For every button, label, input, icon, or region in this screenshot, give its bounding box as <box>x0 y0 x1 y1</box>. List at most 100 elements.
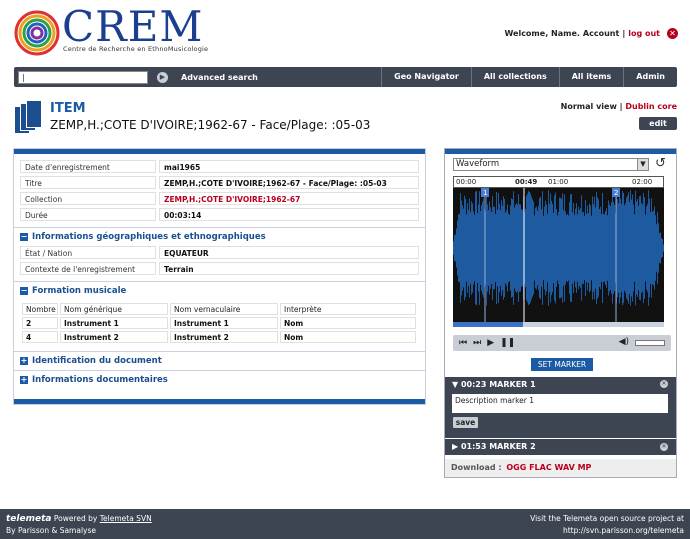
nav-all-collections[interactable]: All collections <box>470 67 559 87</box>
nav-geo-navigator[interactable]: Geo Navigator <box>381 67 471 87</box>
set-marker-button[interactable]: SET MARKER <box>531 358 593 371</box>
dublin-core-link[interactable]: Dublin core <box>625 102 677 111</box>
marker-header[interactable]: ▶ 01:53 MARKER 2 <box>452 442 536 451</box>
waveform-sample <box>503 196 504 300</box>
waveform-sample <box>504 199 505 297</box>
expand-icon[interactable]: + <box>20 376 28 384</box>
waveform-sample <box>572 212 573 284</box>
column-header: Nom vernaculaire <box>170 303 278 315</box>
section-formation-toggle[interactable]: − Formation musicale <box>14 281 425 300</box>
delete-marker-icon[interactable]: ✕ <box>660 443 668 451</box>
waveform-sample <box>508 213 509 283</box>
waveform-sample <box>515 204 516 292</box>
waveform-sample <box>514 207 515 289</box>
waveform-sample <box>659 233 660 263</box>
scrubber-fill <box>453 322 523 327</box>
waveform-view[interactable]: 00:00 00:49 01:00 02:00 1 2 <box>453 176 664 322</box>
waveform-sample <box>499 203 500 293</box>
marker-description-input[interactable]: Description marker 1 <box>452 394 668 413</box>
account-link[interactable]: Account <box>583 29 619 38</box>
download-formats-link[interactable]: OGG FLAC WAV MP <box>506 463 591 472</box>
waveform-sample <box>607 215 608 281</box>
waveform-sample <box>474 214 475 282</box>
waveform-sample <box>465 198 466 298</box>
waveform-sample <box>507 204 508 292</box>
brand-name[interactable]: CREM <box>62 6 203 48</box>
waveform-sample <box>537 210 538 286</box>
waveform-sample <box>661 237 662 259</box>
waveform-sample <box>475 191 476 305</box>
waveform-sample <box>565 211 566 285</box>
waveform-sample <box>574 214 575 282</box>
normal-view-link[interactable]: Normal view <box>561 102 617 111</box>
waveform-sample <box>657 211 658 285</box>
waveform-sample <box>663 244 664 252</box>
waveform-sample <box>455 234 456 262</box>
waveform-sample <box>630 190 631 306</box>
waveform-sample <box>645 214 646 282</box>
marker-flag-label: 1 <box>483 189 487 197</box>
waveform-sample <box>625 203 626 293</box>
waveform-sample <box>632 194 633 302</box>
logout-link[interactable]: log out <box>628 29 660 38</box>
table-cell: Instrument 2 <box>170 331 278 343</box>
table-cell: Instrument 1 <box>60 317 168 329</box>
search-input[interactable]: | <box>18 70 148 84</box>
waveform-sample <box>480 211 481 285</box>
waveform-sample <box>644 197 645 299</box>
save-marker-button[interactable]: save <box>453 417 478 428</box>
waveform-sample <box>544 206 545 290</box>
playback-scrubber[interactable] <box>453 322 664 327</box>
waveform-sample <box>573 203 574 293</box>
account-separator: | <box>622 29 626 38</box>
waveform-sample <box>637 199 638 297</box>
waveform-sample <box>629 201 630 295</box>
edit-button[interactable]: edit <box>639 117 677 130</box>
advanced-search-link[interactable]: Advanced search <box>181 73 258 82</box>
section-documentaires-toggle[interactable]: + Informations documentaires <box>14 370 425 389</box>
marker-time: 00:23 <box>460 380 487 389</box>
waveform-sample <box>582 212 583 284</box>
volume-slider[interactable] <box>635 340 665 346</box>
telemeta-logo[interactable]: telemeta <box>6 514 51 524</box>
pause-icon[interactable]: ❚❚ <box>500 338 515 348</box>
collapse-icon[interactable]: − <box>20 287 28 295</box>
rewind-icon[interactable]: ⏮ <box>459 338 467 348</box>
play-icon[interactable]: ▶ <box>487 338 494 348</box>
logout-icon[interactable]: ✕ <box>667 28 678 39</box>
waveform-svg[interactable]: 1 2 <box>453 188 664 322</box>
section-identification-toggle[interactable]: + Identification du document <box>14 351 425 370</box>
expand-icon[interactable]: + <box>20 357 28 365</box>
waveform-sample <box>626 197 627 299</box>
collection-link[interactable]: ZEMP,H.;COTE D'IVOIRE;1962-67 <box>159 192 419 205</box>
delete-marker-icon[interactable]: ✕ <box>660 380 668 388</box>
waveform-sample <box>478 204 479 292</box>
waveform-sample <box>542 191 543 305</box>
search-go-icon[interactable]: ▶ <box>157 71 168 83</box>
crem-logo-icon[interactable] <box>14 10 60 56</box>
field-value: mai1965 <box>159 160 419 173</box>
column-header: Interprète <box>280 303 416 315</box>
refresh-icon[interactable]: ↺ <box>655 156 666 171</box>
waveform-sample <box>454 235 455 261</box>
time-ruler: 00:00 00:49 01:00 02:00 <box>453 176 664 188</box>
table-cell: 2 <box>22 317 58 329</box>
waveform-sample <box>560 197 561 299</box>
view-select[interactable]: Waveform ▼ <box>453 158 649 171</box>
waveform-sample <box>568 215 569 281</box>
telemeta-svn-link[interactable]: Telemeta SVN <box>100 514 152 523</box>
chevron-down-icon[interactable]: ▼ <box>637 159 648 170</box>
step-forward-icon[interactable]: ⏭ <box>473 338 481 348</box>
waveform-sample <box>470 211 471 285</box>
nav-all-items[interactable]: All items <box>558 67 624 87</box>
nav-admin[interactable]: Admin <box>623 67 677 87</box>
field-label: Contexte de l'enregistrement <box>20 262 156 275</box>
volume-icon[interactable]: ◀) <box>619 337 629 347</box>
collapse-icon[interactable]: − <box>20 233 28 241</box>
section-geo-toggle[interactable]: − Informations géographiques et ethnograp… <box>14 227 425 246</box>
waveform-sample <box>600 206 601 290</box>
footer-url-link[interactable]: http://svn.parisson.org/telemeta <box>563 526 684 535</box>
marker-header[interactable]: ▼ 00:23 MARKER 1 <box>452 380 536 389</box>
marker-name: MARKER 2 <box>489 442 536 451</box>
cursor-time: 00:49 <box>515 178 538 186</box>
